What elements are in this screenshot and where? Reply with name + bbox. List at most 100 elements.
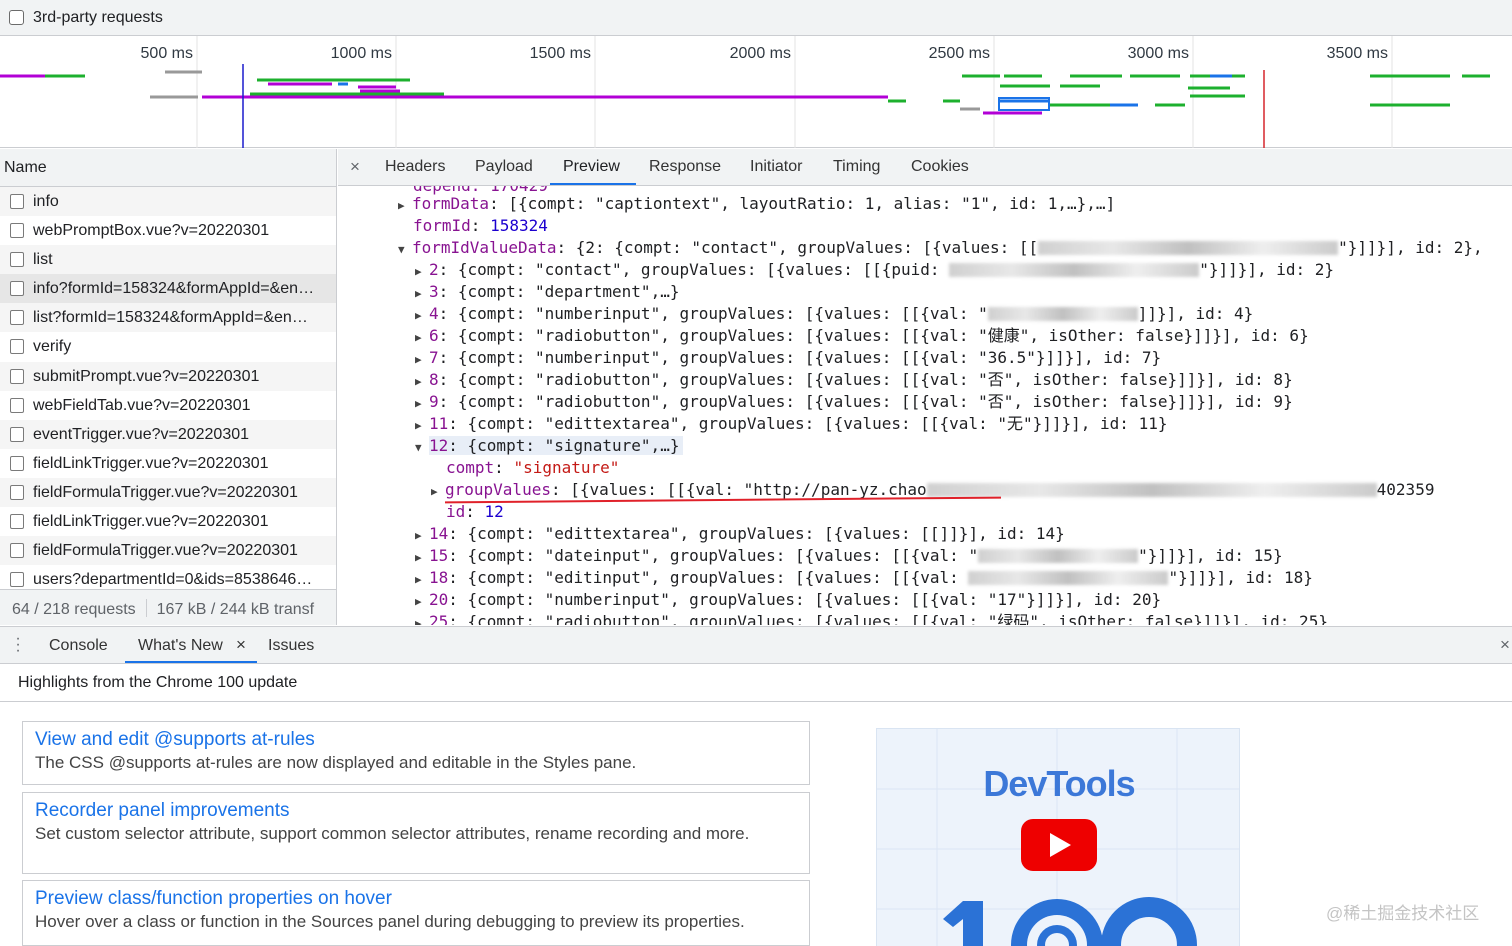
request-type-icon: [10, 397, 24, 413]
tab-response[interactable]: Response: [649, 158, 721, 176]
request-type-icon: [10, 223, 24, 239]
expand-triangle-icon[interactable]: ▶: [415, 547, 429, 569]
drawer-tab-bar: · · · Console What's New × Issues ×: [0, 626, 1512, 664]
expand-triangle-icon[interactable]: ▶: [415, 305, 429, 327]
preview-row-formdata[interactable]: ▶ formData: [{compt: "captiontext", layou…: [398, 193, 1115, 215]
devtools-promo-video[interactable]: DevTools: [876, 728, 1240, 946]
tab-issues[interactable]: Issues: [268, 637, 314, 655]
close-detail-icon[interactable]: ×: [350, 157, 360, 177]
tab-preview[interactable]: Preview: [563, 158, 620, 176]
network-overview[interactable]: 500 ms 1000 ms 1500 ms 2000 ms 2500 ms 3000 m…: [0, 36, 1512, 148]
expand-triangle-icon[interactable]: ▶: [398, 195, 412, 217]
request-row[interactable]: verify: [0, 332, 336, 361]
collapse-triangle-icon[interactable]: ▼: [398, 239, 412, 261]
preview-row-6[interactable]: ▶ 6: {compt: "radiobutton", groupValues: …: [415, 325, 1309, 347]
overview-tick-label: 2500 ms: [929, 45, 990, 62]
tab-cookies[interactable]: Cookies: [911, 158, 969, 176]
third-party-checkbox[interactable]: [9, 10, 24, 25]
preview-row-7[interactable]: ▶ 7: {compt: "numberinput", groupValues: …: [415, 347, 1161, 369]
overview-tick-label: 500 ms: [141, 45, 193, 62]
request-name: fieldLinkTrigger.vue?v=20220301: [33, 513, 269, 531]
detail-tab-bar: × Headers Payload Preview Response Initi…: [338, 149, 1512, 186]
expand-triangle-icon[interactable]: ▶: [415, 415, 429, 437]
request-name: submitPrompt.vue?v=20220301: [33, 367, 260, 385]
request-row[interactable]: users?departmentId=0&ids=8538646…: [0, 565, 336, 587]
preview-row-4[interactable]: ▶ 4: {compt: "numberinput", groupValues: …: [415, 303, 1253, 325]
expand-triangle-icon[interactable]: ▶: [415, 525, 429, 547]
preview-row-formidvaluedata[interactable]: ▼ formIdValueData: {2: {compt: "contact",…: [398, 237, 1483, 259]
preview-row-12[interactable]: ▼ 12: {compt: "signature",…}: [415, 435, 684, 459]
feature-link[interactable]: View and edit @supports at-rules: [35, 728, 797, 751]
request-type-icon: [10, 194, 24, 209]
request-row[interactable]: fieldFormulaTrigger.vue?v=20220301: [0, 536, 336, 566]
close-drawer-icon[interactable]: ×: [1500, 635, 1510, 655]
close-whats-new-icon[interactable]: ×: [236, 635, 246, 655]
tab-whats-new[interactable]: What's New: [138, 637, 223, 655]
overview-tick-label: 1500 ms: [530, 45, 591, 62]
expand-triangle-icon[interactable]: ▶: [415, 613, 429, 625]
feature-card: Preview class/function properties on hov…: [22, 880, 810, 946]
overview-tick-label: 3500 ms: [1327, 45, 1388, 62]
expand-triangle-icon[interactable]: ▶: [415, 327, 429, 349]
request-row[interactable]: list?formId=158324&formAppId=&en…: [0, 303, 336, 333]
feature-link[interactable]: Preview class/function properties on hov…: [35, 887, 797, 910]
redacted-value: [968, 571, 1169, 585]
name-column-header[interactable]: Name: [0, 149, 336, 187]
expand-triangle-icon[interactable]: ▶: [415, 349, 429, 371]
expand-triangle-icon[interactable]: ▶: [415, 591, 429, 613]
collapse-triangle-icon[interactable]: ▼: [415, 437, 429, 459]
request-name: verify: [33, 338, 72, 356]
preview-row-14[interactable]: ▶ 14: {compt: "edittextarea", groupValues…: [415, 523, 1065, 545]
tab-console[interactable]: Console: [49, 637, 108, 655]
preview-row-11[interactable]: ▶ 11: {compt: "edittextarea", groupValues…: [415, 413, 1167, 435]
request-row[interactable]: webFieldTab.vue?v=20220301: [0, 391, 336, 420]
overview-tick-label: 2000 ms: [730, 45, 791, 62]
request-name: webPromptBox.vue?v=20220301: [33, 222, 270, 240]
preview-row-9[interactable]: ▶ 9: {compt: "radiobutton", groupValues: …: [415, 391, 1293, 413]
tab-payload[interactable]: Payload: [475, 158, 533, 176]
request-row[interactable]: webPromptBox.vue?v=20220301: [0, 216, 336, 245]
expand-triangle-icon[interactable]: ▶: [415, 393, 429, 415]
network-summary-bar: 64 / 218 requests 167 kB / 244 kB transf: [0, 589, 336, 625]
expand-triangle-icon[interactable]: ▶: [415, 283, 429, 305]
expand-triangle-icon[interactable]: ▶: [431, 481, 445, 503]
transfer-size: 167 kB / 244 kB transf: [156, 601, 315, 618]
request-row[interactable]: fieldLinkTrigger.vue?v=20220301: [0, 507, 336, 536]
feature-link[interactable]: Recorder panel improvements: [35, 799, 797, 822]
request-row[interactable]: fieldLinkTrigger.vue?v=20220301: [0, 449, 336, 478]
request-type-icon: [10, 368, 24, 384]
expand-triangle-icon[interactable]: ▶: [415, 261, 429, 283]
tab-headers[interactable]: Headers: [385, 158, 445, 176]
request-row[interactable]: info?formId=158324&formAppId=&en…: [0, 274, 336, 304]
preview-row-8[interactable]: ▶ 8: {compt: "radiobutton", groupValues: …: [415, 369, 1293, 391]
request-row[interactable]: submitPrompt.vue?v=20220301: [0, 361, 336, 391]
preview-row-2[interactable]: ▶ 2: {compt: "contact", groupValues: [{va…: [415, 259, 1334, 281]
more-tools-icon[interactable]: · · ·: [15, 631, 21, 659]
request-row[interactable]: list: [0, 245, 336, 275]
preview-row-compt: compt: "signature": [446, 458, 620, 477]
request-type-icon: [10, 484, 24, 500]
tab-timing[interactable]: Timing: [833, 158, 880, 176]
request-detail-pane: × Headers Payload Preview Response Initi…: [338, 149, 1512, 625]
preview-row-25[interactable]: ▶ 25: {compt: "radiobutton", groupValues:…: [415, 611, 1328, 625]
preview-row-18[interactable]: ▶ 18: {compt: "editinput", groupValues: […: [415, 567, 1313, 589]
request-name: eventTrigger.vue?v=20220301: [33, 425, 250, 443]
preview-row-15[interactable]: ▶ 15: {compt: "dateinput", groupValues: […: [415, 545, 1283, 567]
feature-card: View and edit @supports at-rules The CSS…: [22, 721, 810, 785]
request-type-icon: [10, 339, 24, 355]
preview-row-3[interactable]: ▶ 3: {compt: "department",…}: [415, 281, 679, 303]
preview-row-20[interactable]: ▶ 20: {compt: "numberinput", groupValues:…: [415, 589, 1161, 611]
expand-triangle-icon[interactable]: ▶: [415, 569, 429, 591]
request-name: list: [33, 251, 53, 269]
request-row[interactable]: info: [0, 187, 336, 217]
whats-new-heading: Highlights from the Chrome 100 update: [0, 664, 1512, 702]
request-type-icon: [10, 514, 24, 530]
request-name: list?formId=158324&formAppId=&en…: [33, 309, 308, 327]
request-type-icon: [10, 252, 24, 268]
play-icon[interactable]: [1021, 819, 1097, 871]
request-type-icon: [10, 310, 24, 326]
request-row[interactable]: fieldFormulaTrigger.vue?v=20220301: [0, 477, 336, 508]
request-row[interactable]: eventTrigger.vue?v=20220301: [0, 419, 336, 449]
expand-triangle-icon[interactable]: ▶: [415, 371, 429, 393]
tab-initiator[interactable]: Initiator: [750, 158, 802, 176]
